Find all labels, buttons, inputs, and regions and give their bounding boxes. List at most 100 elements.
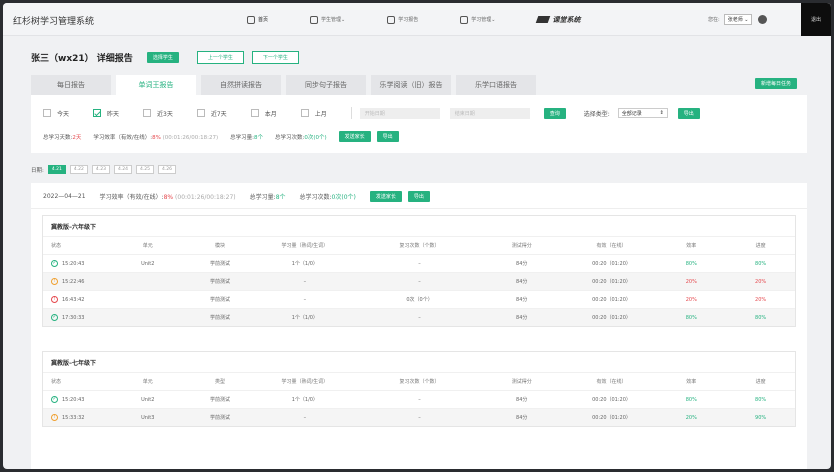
filter-yesterday[interactable]: 昨天 <box>93 109 119 118</box>
page-title: 张三（wx21） 详细报告 <box>31 54 133 64</box>
filter-7days[interactable]: 近7天 <box>196 109 227 118</box>
divider <box>350 107 352 119</box>
day-report: 2022—04—21 学习效率（有效/在线）:8% (00:01:26/00:1… <box>31 183 807 469</box>
report-icon <box>387 15 396 24</box>
table-row[interactable]: ! 15:22:46 学前测试 – – 84分 00:20（01:20） 20% … <box>43 272 795 290</box>
brand-mark-icon <box>536 16 551 23</box>
column-header: 状态 <box>51 379 62 385</box>
date-chip[interactable]: 4.22 <box>69 165 88 174</box>
chevron-down-icon: ⌄ <box>491 16 496 23</box>
filter-this-month[interactable]: 本月 <box>250 109 277 118</box>
filter-today[interactable]: 今天 <box>43 109 69 118</box>
card-title: 冀教版–七年级下 <box>51 359 97 367</box>
column-header: 单元 <box>142 379 153 385</box>
select-student-button[interactable]: 选择学生 <box>146 52 179 63</box>
column-header: 单元 <box>142 243 153 249</box>
tab-reading-old[interactable]: 乐学阅读（旧）报告 <box>371 75 451 95</box>
start-date-input[interactable]: 开始日期 <box>359 107 440 119</box>
check-circle-icon: ✓ <box>51 260 58 267</box>
type-select[interactable]: 全部记录 ⇕ <box>617 108 668 118</box>
tab-word-king[interactable]: 单词王报告 <box>116 75 196 95</box>
home-icon <box>247 15 255 24</box>
column-header: 模块 <box>215 243 226 249</box>
app-title: 红杉树学习管理系统 <box>13 17 95 27</box>
student-icon <box>310 15 319 24</box>
export-summary-button[interactable]: 导出 <box>376 131 399 142</box>
date-chips: 日期: 4.21 4.22 4.23 4.24 4.25 4.26 <box>31 165 177 174</box>
app-window: 红杉树学习管理系统 首页 学生管理 ⌄ 学习报告 学习管理 ⌄ 课堂系统 您在:… <box>3 3 831 469</box>
nav-home[interactable]: 首页 <box>247 15 268 24</box>
type-filter: 选择类型: 全部记录 ⇕ <box>584 108 668 118</box>
tab-phonics[interactable]: 自然拼读报告 <box>201 75 281 95</box>
column-header: 测试得分 <box>511 379 532 385</box>
logout-button[interactable]: 退出 <box>801 3 831 36</box>
user-select[interactable]: 张老师 ⌄ <box>723 14 753 25</box>
day-summary: 2022—04—21 学习效率（有效/在线）:8% (00:01:26/00:1… <box>43 191 436 202</box>
filter-3days[interactable]: 近3天 <box>143 109 173 118</box>
table-header: 状态 单元 模块 学习量（熟词/生词） 复习次数（个数） 测试得分 有效（在线） 效率 进度 <box>43 236 795 254</box>
column-header: 学习量（熟词/生词） <box>281 243 329 249</box>
table-row[interactable]: ✓ 17:30:33 学前测试 1个（1/0） – 84分 00:20（01:20… <box>43 308 795 326</box>
tab-daily[interactable]: 每日报告 <box>31 75 111 95</box>
date-chip[interactable]: 4.23 <box>91 165 110 174</box>
date-chip[interactable]: 4.21 <box>47 165 66 174</box>
manage-icon <box>460 15 469 24</box>
column-header: 类型 <box>215 379 226 385</box>
query-button[interactable]: 查询 <box>543 107 566 119</box>
check-circle-icon: ✓ <box>51 314 58 321</box>
nav-study-report[interactable]: 学习报告 <box>387 15 418 24</box>
column-header: 有效（在线） <box>596 379 627 385</box>
column-header: 进度 <box>755 379 766 385</box>
column-header: 有效（在线） <box>596 243 627 249</box>
check-circle-icon: ✓ <box>51 396 58 403</box>
column-header: 复习次数（个数） <box>399 243 440 249</box>
card-title: 冀教版–六年级下 <box>51 223 97 231</box>
filter-panel: 今天 昨天 近3天 近7天 本月 上月 开始日期 结束日期 查询 选择类型: 全… <box>31 95 807 153</box>
day-send-parent-button[interactable]: 发送家长 <box>369 191 402 202</box>
column-header: 进度 <box>755 243 766 249</box>
warning-circle-icon: ! <box>51 414 58 421</box>
top-bar: 红杉树学习管理系统 首页 学生管理 ⌄ 学习报告 学习管理 ⌄ 课堂系统 您在:… <box>3 3 831 36</box>
prev-student-button[interactable]: 上一个学生 <box>196 51 244 64</box>
send-parent-button[interactable]: 发送家长 <box>338 131 371 142</box>
nav-study-manage[interactable]: 学习管理 ⌄ <box>460 15 496 24</box>
column-header: 效率 <box>686 379 697 385</box>
table-header: 状态 单元 类型 学习量（熟词/生词） 复习次数（个数） 测试得分 有效（在线） 效率 进度 <box>43 372 795 390</box>
export-filter-button[interactable]: 导出 <box>677 107 700 119</box>
end-date-input[interactable]: 结束日期 <box>449 107 530 119</box>
tab-sentence[interactable]: 同步句子报告 <box>286 75 366 95</box>
main-nav: 首页 学生管理 ⌄ 学习报告 学习管理 ⌄ 课堂系统 <box>247 3 580 36</box>
column-header: 测试得分 <box>511 243 532 249</box>
brand-logo: 课堂系统 <box>536 15 580 25</box>
summary-row: 总学习天数:2天 学习效率（有效/在线）:8% (00:01:26/00:18:… <box>43 131 399 142</box>
table-row[interactable]: ✓ 15:20:43 Unit2 学前测试 1个（1/0） – 84分 00:20… <box>43 390 795 408</box>
chat-icon[interactable] <box>758 15 768 24</box>
nav-student-manage[interactable]: 学生管理 ⌄ <box>310 15 346 24</box>
user-area: 您在: 张老师 ⌄ <box>708 14 768 25</box>
filter-last-month[interactable]: 上月 <box>300 109 327 118</box>
date-chip[interactable]: 4.26 <box>158 165 177 174</box>
column-header: 学习量（熟词/生词） <box>281 379 329 385</box>
date-filter-row: 今天 昨天 近3天 近7天 本月 上月 开始日期 结束日期 查询 选择类型: 全… <box>43 107 700 119</box>
date-chip[interactable]: 4.24 <box>113 165 132 174</box>
chevron-down-icon: ⇕ <box>659 110 664 116</box>
column-header: 效率 <box>686 243 697 249</box>
divider <box>31 208 807 209</box>
day-export-button[interactable]: 导出 <box>407 191 430 202</box>
table-row[interactable]: ! 16:43:42 学前测试 – 0次（0个） 84分 00:20（01:20）… <box>43 290 795 308</box>
chevron-down-icon: ⌄ <box>341 16 346 23</box>
table-row[interactable]: ✓ 15:20:43 Unit2 学前测试 1个（1/0） – 84分 00:20… <box>43 254 795 272</box>
report-tabs: 每日报告 单词王报告 自然拼读报告 同步句子报告 乐学阅读（旧）报告 乐学口语报… <box>31 75 541 95</box>
new-task-button[interactable]: 新增每日任务 <box>755 78 798 89</box>
book-card: 冀教版–六年级下 状态 单元 模块 学习量（熟词/生词） 复习次数（个数） 测试得分 有效（在… <box>42 215 796 327</box>
date-chip[interactable]: 4.25 <box>135 165 155 174</box>
column-header: 复习次数（个数） <box>399 379 440 385</box>
book-card: 冀教版–七年级下 状态 单元 类型 学习量（熟词/生词） 复习次数（个数） 测试得分 有效（在… <box>42 351 796 427</box>
table-row[interactable]: ! 15:33:32 Unit3 学前测试 – – 84分 00:20（01:20… <box>43 408 795 426</box>
warning-circle-icon: ! <box>51 278 58 285</box>
report-header: 张三（wx21） 详细报告 选择学生 上一个学生 下一个学生 <box>31 51 299 64</box>
error-circle-icon: ! <box>51 296 58 303</box>
next-student-button[interactable]: 下一个学生 <box>251 51 299 64</box>
tab-speaking[interactable]: 乐学口语报告 <box>456 75 536 95</box>
column-header: 状态 <box>51 243 62 249</box>
